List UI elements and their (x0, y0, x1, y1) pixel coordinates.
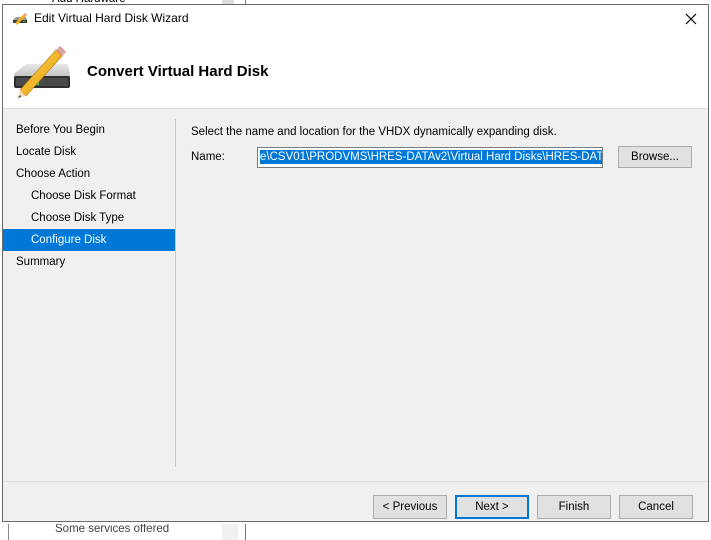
close-button[interactable] (674, 5, 708, 33)
background-divider-bottom (245, 524, 246, 540)
nav-item-before-you-begin[interactable]: Before You Begin (3, 119, 175, 141)
instruction-text: Select the name and location for the VHD… (191, 126, 557, 138)
background-border (8, 524, 9, 540)
nav-item-configure-disk[interactable]: Configure Disk (3, 229, 175, 251)
nav-item-locate-disk[interactable]: Locate Disk (3, 141, 175, 163)
wizard-steps-nav: Before You Begin Locate Disk Choose Acti… (3, 119, 175, 273)
nav-item-choose-action[interactable]: Choose Action (3, 163, 175, 185)
nav-item-choose-disk-format[interactable]: Choose Disk Format (3, 185, 175, 207)
name-input[interactable]: e\CSV01\PRODVMS\HRES-DATAv2\Virtual Hard… (257, 147, 603, 168)
nav-divider (175, 119, 176, 467)
background-bottom-text: Some services offered (55, 524, 170, 532)
cancel-button[interactable]: Cancel (619, 495, 693, 519)
window-title: Edit Virtual Hard Disk Wizard (34, 11, 189, 25)
close-icon (685, 13, 697, 25)
background-scrollbar-bottom (222, 524, 238, 540)
wizard-header: Convert Virtual Hard Disk (3, 33, 708, 109)
name-input-selected-text: e\CSV01\PRODVMS\HRES-DATAv2\Virtual Hard… (260, 150, 602, 164)
next-button[interactable]: Next > (455, 495, 529, 519)
name-label: Name: (191, 151, 225, 163)
nav-item-summary[interactable]: Summary (3, 251, 175, 273)
title-bar[interactable]: Edit Virtual Hard Disk Wizard (3, 5, 708, 33)
wizard-dialog: Edit Virtual Hard Disk Wizard Convert Vi… (2, 4, 709, 522)
finish-button[interactable]: Finish (537, 495, 611, 519)
disk-pencil-icon (14, 46, 70, 98)
footer-divider (3, 481, 708, 482)
page-title: Convert Virtual Hard Disk (87, 63, 269, 80)
previous-button[interactable]: < Previous (373, 495, 447, 519)
browse-button[interactable]: Browse... (618, 146, 692, 168)
nav-item-choose-disk-type[interactable]: Choose Disk Type (3, 207, 175, 229)
disk-pencil-icon (13, 13, 27, 25)
